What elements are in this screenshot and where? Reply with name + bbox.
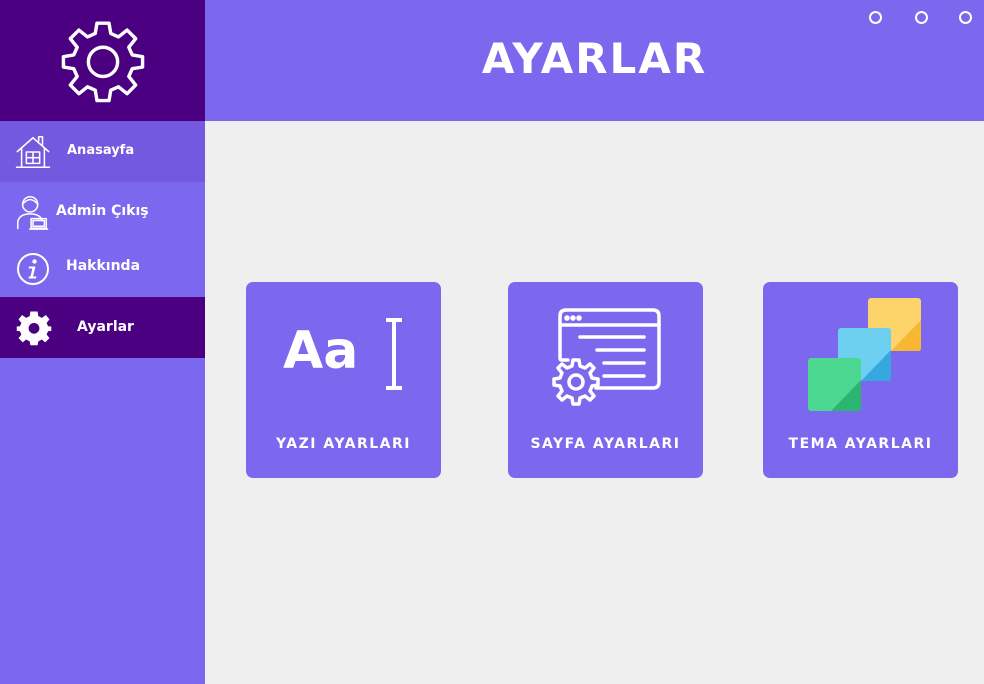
gear-icon	[16, 310, 52, 346]
sidebar-item-label: Hakkında	[66, 258, 141, 274]
window-control-button[interactable]	[915, 11, 928, 24]
card-label: YAZI AYARLARI	[275, 436, 412, 452]
sidebar: Anasayfa Admin Çıkış Hakkında Ayarlar	[0, 0, 205, 684]
sidebar-item-label: Admin Çıkış	[56, 203, 149, 219]
sidebar-item-hakkinda[interactable]: Hakkında	[0, 242, 205, 294]
sidebar-item-label: Anasayfa	[67, 143, 135, 158]
sidebar-item-anasayfa[interactable]: Anasayfa	[0, 121, 205, 182]
sidebar-item-ayarlar[interactable]: Ayarlar	[0, 297, 205, 358]
home-icon	[14, 133, 52, 171]
header-bar: AYARLAR	[205, 0, 984, 121]
card-label: TEMA AYARLARI	[788, 436, 933, 452]
window-control-button[interactable]	[959, 11, 972, 24]
tema-ayarlari-card[interactable]: TEMA AYARLARI	[763, 282, 958, 478]
font-icon-text: Aa	[283, 321, 358, 381]
sidebar-logo	[0, 0, 205, 121]
page-settings-icon	[508, 282, 703, 417]
gear-icon	[61, 20, 144, 102]
admin-logout-icon	[14, 193, 52, 231]
sidebar-item-label: Ayarlar	[77, 319, 134, 335]
window-control-button[interactable]	[869, 11, 882, 24]
card-label: SAYFA AYARLARI	[530, 436, 681, 452]
info-icon	[16, 252, 50, 286]
yazi-ayarlari-card[interactable]: Aa YAZI AYARLARI	[246, 282, 441, 478]
sayfa-ayarlari-card[interactable]: SAYFA AYARLARI	[508, 282, 703, 478]
page-title: AYARLAR	[481, 34, 708, 83]
font-icon: Aa	[246, 282, 441, 417]
theme-layers-icon	[763, 282, 958, 417]
sidebar-item-admin-cikis[interactable]: Admin Çıkış	[0, 186, 205, 238]
